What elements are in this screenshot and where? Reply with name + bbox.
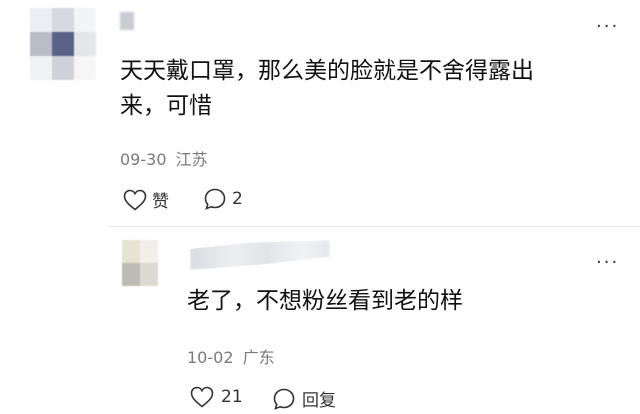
comment-divider: [108, 226, 640, 227]
heart-icon: [190, 386, 214, 408]
replier-username-blurred[interactable]: [190, 240, 330, 270]
like-count: 21: [221, 387, 243, 407]
comment-text-line1: 天天戴口罩，那么美的脸就是不舍得露出: [120, 58, 534, 84]
reply-body: 老了，不想粉丝看到老的样: [187, 284, 627, 319]
ellipsis-icon: ···: [596, 252, 620, 273]
comment-location: 江苏: [175, 150, 208, 169]
commenter-avatar[interactable]: [30, 8, 96, 80]
reply-count: 2: [232, 189, 243, 209]
reply-text: 老了，不想粉丝看到老的样: [187, 288, 463, 314]
comment-more-button[interactable]: ···: [596, 18, 619, 36]
reply-date: 10-02: [187, 348, 234, 367]
comment-text-line2: 来，可惜: [120, 93, 212, 119]
reply-like-button[interactable]: 21: [190, 386, 243, 408]
comment-date: 09-30: [120, 150, 167, 169]
reply-reply-button[interactable]: 回复: [272, 386, 336, 411]
comment-like-button[interactable]: 赞: [123, 187, 169, 212]
commenter-username-blurred[interactable]: [120, 12, 134, 30]
reply-more-button[interactable]: ···: [596, 254, 619, 272]
speech-bubble-icon: [273, 388, 295, 410]
ellipsis-icon: ···: [596, 16, 620, 37]
comment-meta: 09-30 江苏: [120, 146, 208, 170]
reply-label: 回复: [302, 391, 336, 411]
comment-body: 天天戴口罩，那么美的脸就是不舍得露出 来，可惜: [120, 54, 620, 124]
comment-reply-button[interactable]: 2: [203, 187, 243, 211]
reply-meta: 10-02 广东: [187, 344, 275, 368]
speech-bubble-icon: [204, 188, 226, 210]
replier-avatar[interactable]: [122, 240, 158, 286]
like-label: 赞: [152, 192, 169, 212]
heart-icon: [123, 189, 147, 211]
reply-location: 广东: [242, 348, 275, 367]
